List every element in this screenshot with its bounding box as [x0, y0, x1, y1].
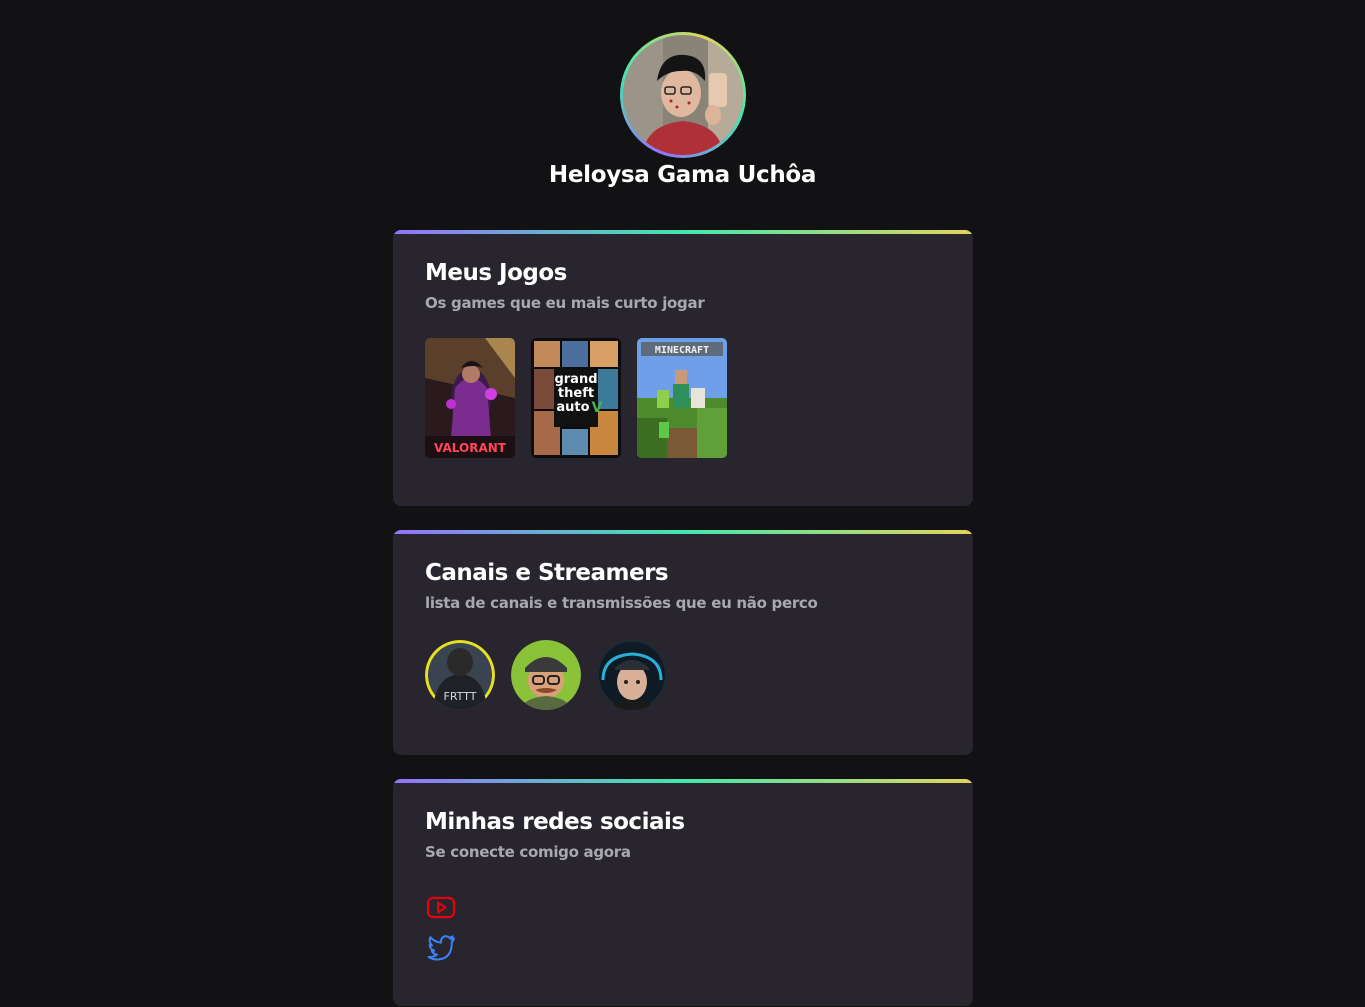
social-subtitle: Se conecte comigo agora [425, 843, 631, 861]
social-title: Minhas redes sociais [425, 809, 685, 835]
profile-name: Heloysa Gama Uchôa [548, 162, 817, 188]
gta-cover: grand theft auto V [531, 338, 621, 458]
youtube-icon [426, 896, 456, 919]
streamer-avatar-2[interactable] [511, 640, 581, 710]
svg-text:MINECRAFT: MINECRAFT [655, 345, 709, 356]
svg-text:auto: auto [556, 400, 589, 415]
streamers-subtitle: lista de canais e transmissões que eu nã… [425, 594, 818, 612]
minecraft-cover: MINECRAFT [637, 338, 727, 458]
streamer-avatar-1[interactable]: FRTTT [425, 640, 495, 710]
profile-header: Heloysa Gama Uchôa [0, 32, 1365, 188]
games-title: Meus Jogos [425, 260, 567, 286]
valorant-logo-text: VALORANT [434, 441, 507, 455]
games-card: Meus Jogos Os games que eu mais curto jo… [393, 230, 973, 506]
streamers-list: FRTTT [425, 640, 941, 710]
streamers-card: Canais e Streamers lista de canais e tra… [393, 530, 973, 755]
svg-text:theft: theft [558, 386, 594, 401]
game-valorant[interactable]: VALORANT [425, 338, 515, 458]
twitter-link[interactable] [425, 931, 457, 963]
streamers-title: Canais e Streamers [425, 560, 669, 586]
youtube-link[interactable] [425, 891, 457, 923]
valorant-cover: VALORANT [425, 338, 515, 458]
profile-avatar [622, 35, 743, 155]
games-subtitle: Os games que eu mais curto jogar [425, 294, 705, 312]
streamer-avatar-3[interactable] [597, 640, 667, 710]
page: Heloysa Gama Uchôa Meus Jogos Os games q… [0, 0, 1365, 1007]
games-list: VALORANT grand theft auto V MINECRAFT [425, 338, 941, 458]
social-card: Minhas redes sociais Se conecte comigo a… [393, 779, 973, 1006]
twitter-icon [427, 935, 455, 961]
svg-text:grand: grand [554, 372, 597, 387]
svg-text:V: V [592, 400, 603, 416]
social-links [425, 891, 941, 963]
avatar-ring [619, 32, 746, 158]
svg-text:FRTTT: FRTTT [444, 690, 477, 703]
game-gta-v[interactable]: grand theft auto V [531, 338, 621, 458]
game-minecraft[interactable]: MINECRAFT [637, 338, 727, 458]
